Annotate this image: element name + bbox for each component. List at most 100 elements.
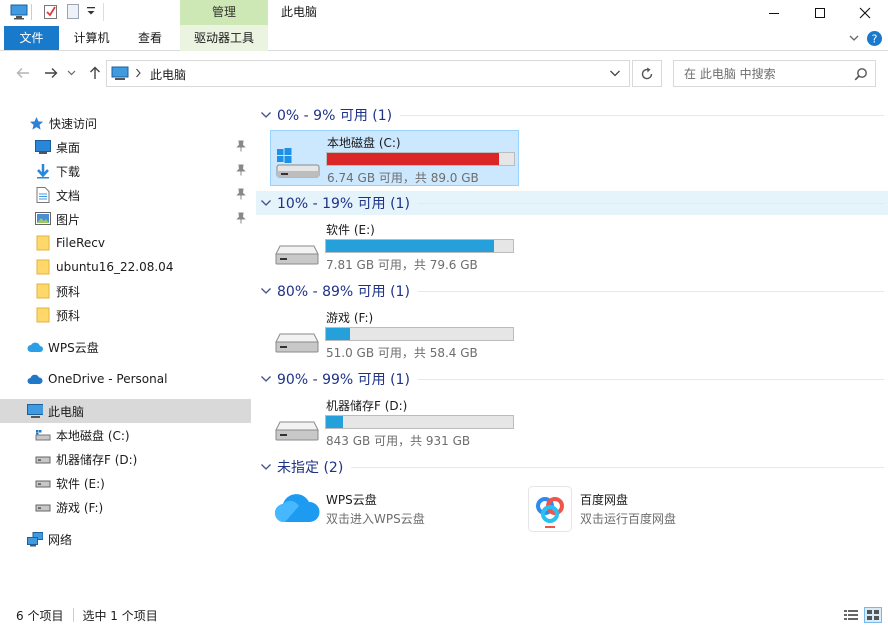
windows-drive-icon <box>35 427 51 443</box>
nav-item-desktop[interactable]: 桌面 <box>0 135 251 159</box>
usage-bar <box>325 415 514 429</box>
group-title: 未指定 (2) <box>277 460 344 476</box>
nav-label: OneDrive - Personal <box>48 372 168 386</box>
nav-item-documents[interactable]: 文档 <box>0 183 251 207</box>
drive-icon <box>274 320 320 354</box>
pin-icon[interactable] <box>235 188 247 200</box>
group-header[interactable]: 未指定 (2) <box>256 455 888 479</box>
app-tile-baidu[interactable]: 百度网盘 双击运行百度网盘 <box>524 484 773 534</box>
group-header[interactable]: 80% - 89% 可用 (1) <box>256 279 888 303</box>
drive-tile-f[interactable]: 游戏 (F:) 51.0 GB 可用，共 58.4 GB <box>270 306 519 362</box>
nav-item-filerecv[interactable]: FileRecv <box>0 231 251 255</box>
pin-icon[interactable] <box>235 212 247 224</box>
group-header[interactable]: 10% - 19% 可用 (1) <box>256 191 888 215</box>
this-pc-icon <box>27 403 43 419</box>
nav-item-yuke[interactable]: 预科 <box>0 303 251 327</box>
nav-drive-d[interactable]: 机器储存F (D:) <box>0 447 251 471</box>
up-button[interactable] <box>84 62 106 84</box>
desktop-icon <box>35 139 51 155</box>
search-icon[interactable] <box>854 67 868 81</box>
tab-drive-tools[interactable]: 驱动器工具 <box>180 25 268 51</box>
drive-size: 7.81 GB 可用，共 79.6 GB <box>326 258 478 272</box>
qat-divider <box>31 4 32 20</box>
group-header[interactable]: 90% - 99% 可用 (1) <box>256 367 888 391</box>
forward-button[interactable] <box>40 62 62 84</box>
search-box[interactable] <box>673 60 876 87</box>
drive-name: 本地磁盘 (C:) <box>327 136 401 150</box>
usage-fill <box>326 328 351 340</box>
app-description: 双击进入WPS云盘 <box>326 512 425 526</box>
nav-wps-cloud[interactable]: WPS云盘 <box>0 335 251 359</box>
address-bar[interactable]: 此电脑 <box>106 60 630 87</box>
drive-tile-e[interactable]: 软件 (E:) 7.81 GB 可用，共 79.6 GB <box>270 218 519 274</box>
nav-label: ubuntu16_22.08.04 <box>56 260 174 274</box>
drive-tile-d[interactable]: 机器储存F (D:) 843 GB 可用，共 931 GB <box>270 394 519 450</box>
tab-view[interactable]: 查看 <box>124 26 176 50</box>
nav-label: 机器储存F (D:) <box>56 452 138 467</box>
chevron-down-icon <box>260 375 272 383</box>
group-header[interactable]: 0% - 9% 可用 (1) <box>256 103 888 127</box>
customize-qat-icon[interactable] <box>86 5 96 17</box>
nav-label: 桌面 <box>56 140 81 155</box>
nav-drive-e[interactable]: 软件 (E:) <box>0 471 251 495</box>
drive-size: 843 GB 可用，共 931 GB <box>326 434 471 448</box>
wps-cloud-icon <box>27 339 43 355</box>
back-button[interactable] <box>12 62 34 84</box>
nav-label: 此电脑 <box>48 404 85 419</box>
folder-icon <box>35 283 51 299</box>
nav-label: 软件 (E:) <box>56 476 105 491</box>
windows-drive-icon <box>275 145 321 179</box>
star-icon <box>28 115 44 131</box>
properties-icon[interactable] <box>44 3 58 20</box>
breadcrumb-this-pc[interactable]: 此电脑 <box>150 66 186 83</box>
nav-item-ubuntu[interactable]: ubuntu16_22.08.04 <box>0 255 251 279</box>
nav-label: 下载 <box>56 164 81 179</box>
nav-label: 文档 <box>56 188 81 203</box>
svg-text:?: ? <box>872 33 878 46</box>
close-button[interactable] <box>842 0 888 25</box>
breadcrumb-chevron-icon[interactable] <box>135 67 142 79</box>
refresh-button[interactable] <box>632 60 662 87</box>
chevron-down-icon <box>260 199 272 207</box>
app-tile-wps[interactable]: WPS云盘 双击进入WPS云盘 <box>270 484 519 534</box>
drive-name: 机器储存F (D:) <box>326 399 408 413</box>
tiles-view-icon[interactable] <box>864 607 882 623</box>
address-dropdown-icon[interactable] <box>609 69 621 78</box>
this-pc-icon <box>10 4 28 20</box>
wps-cloud-icon <box>274 490 320 524</box>
folder-icon <box>35 259 51 275</box>
baidu-netdisk-icon <box>528 486 572 532</box>
help-icon[interactable]: ? <box>866 30 883 47</box>
pin-icon[interactable] <box>235 164 247 176</box>
drive-tile-c[interactable]: 本地磁盘 (C:) 6.74 GB 可用，共 89.0 GB <box>270 130 519 186</box>
nav-drive-f[interactable]: 游戏 (F:) <box>0 495 251 519</box>
nav-quick-access[interactable]: 快速访问 <box>0 111 251 135</box>
nav-item-downloads[interactable]: 下载 <box>0 159 251 183</box>
status-bar: 6 个项目 选中 1 个项目 <box>0 604 888 626</box>
nav-label: 网络 <box>48 532 73 547</box>
drive-name: 软件 (E:) <box>326 223 375 237</box>
window-title: 此电脑 <box>281 5 318 19</box>
pin-icon[interactable] <box>235 140 247 152</box>
nav-network[interactable]: 网络 <box>0 527 251 551</box>
nav-drive-c[interactable]: 本地磁盘 (C:) <box>0 423 251 447</box>
manage-context-tab[interactable]: 管理 <box>180 0 268 25</box>
details-view-icon[interactable] <box>844 609 858 621</box>
maximize-button[interactable] <box>797 0 843 25</box>
nav-item-yuke[interactable]: 预科 <box>0 279 251 303</box>
tab-computer[interactable]: 计算机 <box>64 26 119 50</box>
recent-locations-button[interactable] <box>64 62 78 84</box>
document-icon <box>35 187 51 203</box>
nav-label: FileRecv <box>56 236 105 250</box>
expand-ribbon-icon[interactable] <box>848 33 860 43</box>
folder-icon <box>35 235 51 251</box>
drive-icon <box>274 408 320 442</box>
tab-file[interactable]: 文件 <box>4 26 59 50</box>
nav-onedrive[interactable]: OneDrive - Personal <box>0 367 251 391</box>
minimize-button[interactable] <box>751 0 797 25</box>
selected-count: 选中 1 个项目 <box>82 608 158 623</box>
nav-item-pictures[interactable]: 图片 <box>0 207 251 231</box>
new-folder-icon[interactable] <box>67 3 79 20</box>
search-input[interactable] <box>674 61 844 86</box>
nav-this-pc[interactable]: 此电脑 <box>0 399 251 423</box>
